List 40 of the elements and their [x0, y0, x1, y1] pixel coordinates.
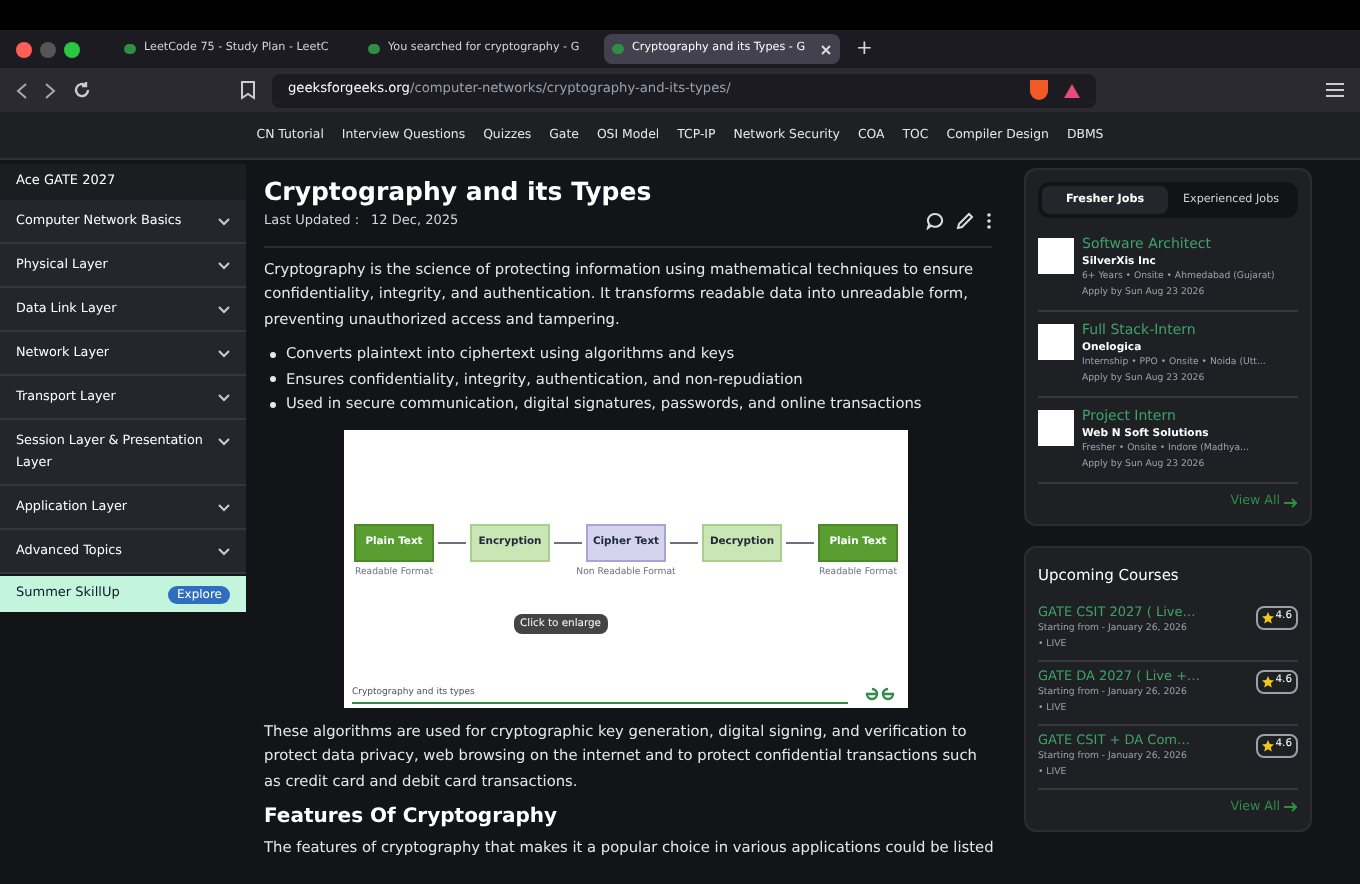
pencil-icon[interactable] — [956, 211, 974, 230]
favicon-icon — [612, 44, 624, 54]
connector-line — [554, 541, 582, 543]
bullet-icon — [270, 401, 276, 408]
star-icon — [1261, 739, 1274, 752]
arrow-right-icon — [1284, 802, 1298, 813]
chevron-down-icon — [218, 218, 230, 226]
section-heading: Features Of Cryptography — [264, 804, 560, 830]
bullet-icon — [270, 351, 276, 358]
chevron-down-icon — [218, 262, 230, 270]
triangle-icon[interactable] — [1064, 83, 1080, 97]
chevron-down-icon — [218, 306, 230, 314]
close-window-icon[interactable] — [16, 41, 32, 57]
connector-line — [438, 541, 466, 543]
new-tab-button[interactable]: + — [856, 34, 873, 64]
chevron-down-icon — [218, 438, 230, 446]
connector-line — [670, 541, 698, 543]
maximize-window-icon[interactable] — [64, 41, 80, 57]
reload-icon[interactable] — [72, 80, 92, 100]
chevron-down-icon — [218, 548, 230, 556]
article-title: Cryptography and its Types — [264, 174, 654, 208]
favicon-icon — [124, 44, 136, 54]
star-icon — [1261, 611, 1274, 624]
chevron-down-icon — [218, 350, 230, 358]
bullet-icon — [270, 376, 276, 383]
forward-icon[interactable] — [44, 81, 56, 99]
arrow-right-icon — [1284, 497, 1298, 508]
shield-icon[interactable] — [1030, 80, 1048, 100]
close-tab-icon[interactable] — [820, 43, 832, 55]
chevron-down-icon — [218, 504, 230, 512]
menu-icon[interactable] — [1326, 82, 1344, 98]
chevron-down-icon — [218, 394, 230, 402]
connector-line — [786, 541, 814, 543]
bookmark-icon[interactable] — [240, 80, 256, 100]
more-icon[interactable] — [986, 211, 992, 230]
star-icon — [1261, 675, 1274, 688]
back-icon[interactable] — [16, 81, 28, 99]
comment-icon[interactable] — [926, 211, 944, 230]
favicon-icon — [368, 44, 380, 54]
logo-icon — [864, 685, 896, 701]
